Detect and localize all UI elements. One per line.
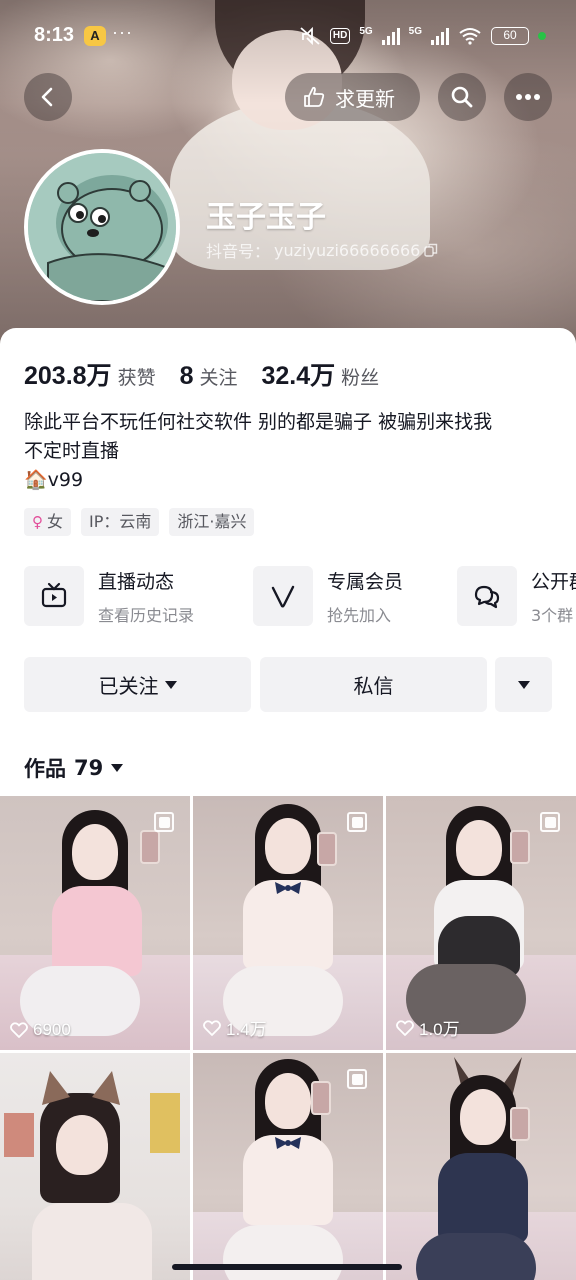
profile-stats: 203.8万 获赞 8 关注 32.4万 粉丝	[24, 356, 403, 392]
avatar-cartoon-otter	[28, 153, 176, 301]
home-indicator[interactable]	[172, 1264, 402, 1270]
stat-following-value: 8	[179, 362, 194, 390]
bow-tie	[275, 882, 301, 894]
wifi-icon	[459, 28, 481, 45]
signal-icon-2	[431, 27, 449, 45]
feature-group-title: 公开群	[531, 570, 576, 593]
app-notification-icon: A	[84, 26, 106, 46]
multi-image-icon	[347, 1069, 367, 1089]
video-like-count: 6900	[33, 1020, 71, 1039]
heart-icon	[203, 1019, 221, 1036]
message-label: 私信	[353, 674, 394, 698]
message-button[interactable]: 私信	[260, 657, 487, 712]
back-button[interactable]	[24, 73, 72, 121]
video-tile[interactable]	[386, 1053, 576, 1280]
avatar[interactable]	[24, 149, 180, 305]
status-time: 8:13	[34, 24, 75, 46]
tv-icon	[41, 582, 67, 608]
search-button[interactable]	[438, 73, 486, 121]
followed-label: 已关注	[98, 674, 159, 698]
more-horizontal-icon	[516, 94, 540, 100]
chevron-left-icon	[41, 87, 53, 107]
video-tile[interactable]: 1.4万	[193, 796, 383, 1050]
feature-member-subtitle: 抢先加入	[327, 605, 392, 625]
works-label: 作品	[24, 757, 66, 781]
multi-image-icon	[154, 812, 174, 832]
request-update-button[interactable]: 求更新	[285, 73, 420, 121]
multi-image-icon	[540, 812, 560, 832]
stat-likes-value: 203.8万	[24, 362, 112, 390]
profile-card: 203.8万 获赞 8 关注 32.4万 粉丝 除此平台不玩任何社交软件 别的都…	[0, 328, 576, 1280]
tag-ip: IP：云南	[81, 508, 160, 536]
bio-line-1: 除此平台不玩任何社交软件 别的都是骗子 被骗别来找我	[24, 411, 493, 433]
profile-bio: 除此平台不玩任何社交软件 别的都是骗子 被骗别来找我 不定时直播 🏠v99	[24, 408, 554, 495]
douyin-id-label: 抖音号：	[206, 242, 271, 261]
video-like-count: 1.4万	[226, 1020, 267, 1039]
bow-tie	[275, 1137, 301, 1149]
caret-down-icon	[164, 680, 177, 689]
profile-tags: ♀ 女 IP：云南 浙江·嘉兴	[24, 508, 255, 536]
bio-line-2: 不定时直播	[24, 440, 120, 462]
video-tile[interactable]	[0, 1053, 190, 1280]
video-tile[interactable]	[193, 1053, 383, 1280]
heart-icon	[396, 1019, 414, 1036]
feature-exclusive-member[interactable]: 专属会员 抢先加入	[253, 566, 403, 626]
feature-public-group[interactable]: 公开群 3个群	[457, 566, 576, 626]
v-member-icon	[271, 585, 295, 608]
heart-icon	[10, 1022, 28, 1038]
more-options-button[interactable]	[504, 73, 552, 121]
feature-live-subtitle: 查看历史记录	[98, 605, 195, 625]
request-update-label: 求更新	[335, 86, 395, 111]
network-type-2: 5G	[408, 26, 422, 37]
mute-icon	[300, 26, 320, 46]
douyin-id[interactable]: 抖音号： yuziyuzi66666666	[206, 238, 438, 262]
tag-location: 浙江·嘉兴	[169, 508, 255, 536]
group-chat-icon	[474, 585, 500, 609]
feature-live-title: 直播动态	[98, 570, 175, 593]
search-icon	[451, 86, 473, 108]
stat-followers-value: 32.4万	[261, 362, 336, 390]
battery-indicator: 60	[491, 27, 529, 45]
stat-followers-label: 粉丝	[341, 367, 380, 389]
followed-button[interactable]: 已关注	[24, 657, 251, 712]
caret-down-icon	[111, 764, 124, 772]
multi-image-icon	[347, 812, 367, 832]
stat-following[interactable]: 8 关注	[180, 362, 238, 391]
works-grid: 6900 1.4万 1.0万	[0, 796, 576, 1280]
feature-group-subtitle: 3个群	[531, 605, 574, 625]
privacy-dot	[538, 32, 546, 40]
stat-followers[interactable]: 32.4万 粉丝	[262, 356, 380, 392]
tag-gender-label: 女	[47, 512, 64, 531]
profile-name: 玉子玉子	[206, 200, 326, 235]
works-count: 79	[74, 756, 104, 780]
video-tile[interactable]: 1.0万	[386, 796, 576, 1050]
status-bar: 8:13 A ··· HD 5G 5G 60	[0, 22, 576, 52]
bio-line-3: 🏠v99	[24, 469, 84, 491]
feature-member-title: 专属会员	[327, 570, 404, 593]
feature-row: 直播动态 查看历史记录 专属会员 抢先加入 公开群 3个群	[24, 566, 576, 630]
network-type-1: 5G	[359, 26, 373, 37]
works-tab[interactable]: 作品 79	[24, 753, 124, 783]
recommend-dropdown-button[interactable]	[495, 657, 552, 712]
douyin-id-value: yuziyuzi66666666	[274, 240, 421, 260]
feature-live-history[interactable]: 直播动态 查看历史记录	[24, 566, 194, 626]
video-like-count: 1.0万	[419, 1020, 460, 1039]
hd-badge: HD	[329, 28, 351, 44]
profile-actions: 已关注 私信	[24, 657, 552, 712]
stat-likes[interactable]: 203.8万 获赞	[24, 356, 156, 392]
video-tile[interactable]: 6900	[0, 796, 190, 1050]
status-more-dots: ···	[112, 22, 133, 42]
signal-icon	[381, 27, 400, 45]
stat-following-label: 关注	[199, 367, 238, 389]
cat-ears	[42, 1071, 120, 1105]
stat-likes-label: 获赞	[117, 367, 156, 389]
copy-icon[interactable]	[424, 243, 438, 257]
female-symbol-icon: ♀	[32, 513, 43, 531]
caret-down-icon	[517, 680, 530, 689]
tag-gender: ♀ 女	[24, 508, 72, 536]
hand-point-icon	[304, 86, 325, 107]
